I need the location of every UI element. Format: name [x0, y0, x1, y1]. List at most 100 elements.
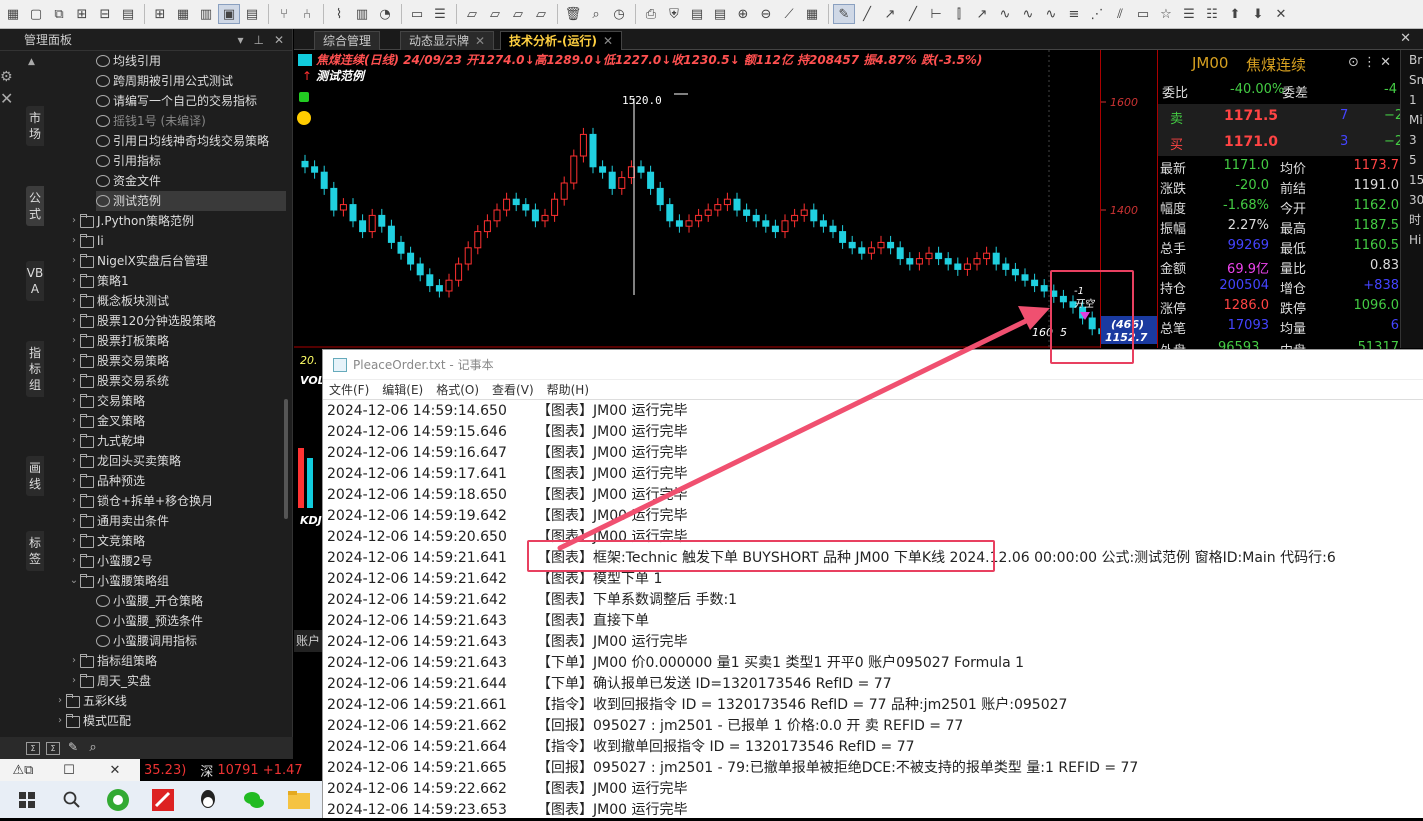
tree-folder[interactable]: › li	[68, 231, 286, 251]
folder-icon[interactable]: ▱	[484, 4, 506, 24]
tree-file[interactable]: 引用指标	[96, 151, 286, 171]
file-explorer-icon[interactable]	[277, 781, 322, 818]
tree-file[interactable]: 资金文件	[96, 171, 286, 191]
tree-folder[interactable]: › 交易策略	[68, 391, 286, 411]
close-icon[interactable]: ✕	[274, 33, 284, 47]
dial-icon[interactable]: ◔	[374, 4, 396, 24]
close-tool-icon[interactable]: ✕	[1270, 4, 1292, 24]
delete-icon[interactable]: 🗑	[562, 4, 584, 24]
hline-tool-icon[interactable]: ⊢	[925, 4, 947, 24]
chevron-right-icon[interactable]: ›	[54, 691, 66, 711]
arrow-up-icon[interactable]: ⬆	[1224, 4, 1246, 24]
note2-icon[interactable]: ▤	[709, 4, 731, 24]
side-strip-item[interactable]: 5	[1409, 150, 1423, 170]
pin-icon[interactable]: ⊥	[253, 33, 263, 47]
tree-folder[interactable]: › 指标组策略	[68, 651, 286, 671]
tree-folder[interactable]: › 小蛮腰2号	[68, 551, 286, 571]
tree-file[interactable]: 请编写一个自己的交易指标	[96, 91, 286, 111]
chevron-right-icon[interactable]: ›	[68, 411, 80, 431]
wave2-tool-icon[interactable]: ∿	[1017, 4, 1039, 24]
tree-file[interactable]: 均线引用	[96, 51, 286, 71]
window-icon[interactable]: ▢	[25, 4, 47, 24]
vtab-4[interactable]: 画线	[26, 456, 44, 496]
chevron-right-icon[interactable]: ›	[68, 491, 80, 511]
chevron-right-icon[interactable]: ›	[68, 431, 80, 451]
menu-help[interactable]: 帮助(H)	[547, 381, 589, 398]
tree-file[interactable]: 测试范例	[96, 191, 286, 211]
zoom-in-icon[interactable]: ⊕	[732, 4, 754, 24]
chevron-right-icon[interactable]: ›	[68, 531, 80, 551]
edit-icon[interactable]: ✎	[66, 741, 80, 755]
chevron-right-icon[interactable]: ›	[68, 451, 80, 471]
side-strip-item[interactable]: 15	[1409, 170, 1423, 190]
chevron-right-icon[interactable]: ›	[68, 671, 80, 691]
app-red-icon[interactable]	[140, 781, 185, 818]
tree-folder[interactable]: › NigelX实盘后台管理	[68, 251, 286, 271]
bar-chart-icon[interactable]: ▥	[351, 4, 373, 24]
tab-technical-analysis[interactable]: 技术分析-(运行) ✕	[500, 31, 623, 50]
line-tool-icon[interactable]: ╱	[856, 4, 878, 24]
list-icon[interactable]: ☰	[429, 4, 451, 24]
side-strip-item[interactable]: 1	[1409, 90, 1423, 110]
tab-close-icon[interactable]: ✕	[603, 34, 613, 48]
tree-folder[interactable]: › 股票打板策略	[68, 331, 286, 351]
tree-folder[interactable]: ⌄ 小蛮腰策略组	[68, 571, 286, 591]
bars-icon[interactable]: ▦	[801, 4, 823, 24]
tree-folder[interactable]: › J.Python策略范例	[68, 211, 286, 231]
chevron-right-icon[interactable]: ›	[68, 551, 80, 571]
tree-folder[interactable]: › 股票交易策略	[68, 351, 286, 371]
folder-open-icon[interactable]: ▱	[461, 4, 483, 24]
tree-folder[interactable]: › 龙回头买卖策略	[68, 451, 286, 471]
gear-icon[interactable]: ⚙	[0, 69, 14, 85]
layout-icon[interactable]: ⊞	[71, 4, 93, 24]
window-close-icon[interactable]: ✕	[1400, 31, 1411, 46]
formula2-icon[interactable]: Σ	[46, 741, 60, 755]
side-strip-item[interactable]: Mi	[1409, 110, 1423, 130]
chevron-right-icon[interactable]: ›	[68, 371, 80, 391]
chevron-down-icon[interactable]: ⌄	[68, 571, 80, 591]
arrow-down-icon[interactable]: ⬇	[1247, 4, 1269, 24]
clock-icon[interactable]: ◷	[608, 4, 630, 24]
side-strip-item[interactable]: Hi	[1409, 230, 1423, 250]
dropdown-icon[interactable]: ▾	[237, 33, 243, 47]
channel-tool-icon[interactable]: ⫽	[1109, 4, 1131, 24]
wechat-icon[interactable]	[231, 781, 276, 818]
table2-icon[interactable]: ▦	[172, 4, 194, 24]
tree-file[interactable]: 小蛮腰调用指标	[96, 631, 286, 651]
tree-file[interactable]: 小蛮腰_开仓策略	[96, 591, 286, 611]
ray-tool-icon[interactable]: ↗	[879, 4, 901, 24]
quote-controls-icon[interactable]: ⊙ ⋮ ✕	[1348, 55, 1391, 70]
arrow-tool-icon[interactable]: ↗	[971, 4, 993, 24]
browser-icon[interactable]	[95, 781, 140, 818]
folder3-icon[interactable]: ▱	[530, 4, 552, 24]
maximize-icon[interactable]: ☐	[46, 763, 92, 778]
wave-tool-icon[interactable]: ∿	[994, 4, 1016, 24]
tree-file[interactable]: 跨周期被引用公式测试	[96, 71, 286, 91]
zoom-out-icon[interactable]: ⊖	[755, 4, 777, 24]
vtab-3[interactable]: 指标组	[26, 341, 44, 397]
star-icon[interactable]: ☆	[1155, 4, 1177, 24]
chevron-right-icon[interactable]: ›	[68, 471, 80, 491]
chevron-right-icon[interactable]: ›	[68, 271, 80, 291]
side-strip-item[interactable]: 时	[1409, 210, 1423, 230]
tree-file[interactable]: 小蛮腰_预选条件	[96, 611, 286, 631]
tree-folder[interactable]: › 股票交易系统	[68, 371, 286, 391]
vtab-5[interactable]: 标签	[26, 531, 44, 571]
find-icon[interactable]: ⌕	[86, 741, 100, 755]
pen-icon[interactable]: ✎	[833, 4, 855, 24]
chevron-right-icon[interactable]: ›	[68, 311, 80, 331]
vtab-1[interactable]: 公式	[26, 186, 44, 226]
print-icon[interactable]: ⎙	[640, 4, 662, 24]
chart-edit-icon[interactable]: ⧉	[48, 4, 70, 24]
monitor-icon[interactable]: ▭	[406, 4, 428, 24]
side-strip-item[interactable]: 3	[1409, 130, 1423, 150]
search-icon[interactable]: ⌕	[585, 4, 607, 24]
menu-view[interactable]: 查看(V)	[492, 381, 534, 398]
chevron-right-icon[interactable]: ›	[54, 711, 66, 731]
chevron-right-icon[interactable]: ›	[68, 211, 80, 231]
folder2-icon[interactable]: ▱	[507, 4, 529, 24]
tree-folder[interactable]: › 周天_实盘	[68, 671, 286, 691]
chevron-right-icon[interactable]: ›	[68, 331, 80, 351]
tab-close-icon[interactable]: ✕	[475, 34, 485, 48]
fork-icon[interactable]: ⑂	[273, 4, 295, 24]
